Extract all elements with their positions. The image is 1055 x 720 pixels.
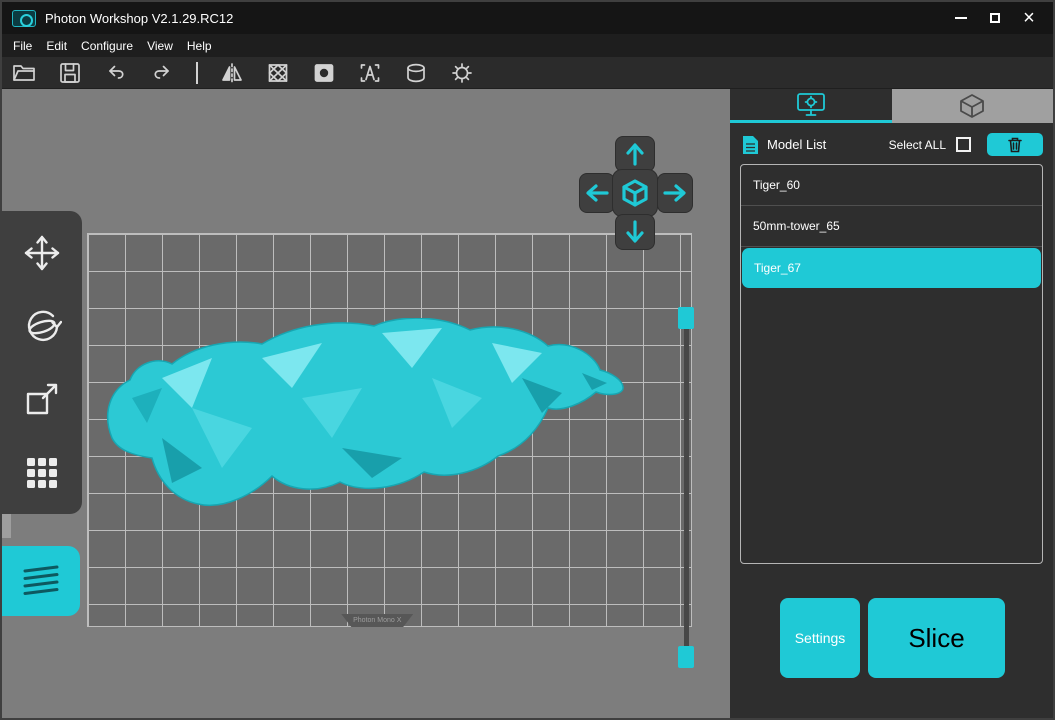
menu-help[interactable]: Help xyxy=(180,36,219,56)
model-list-header: Model List Select ALL xyxy=(730,123,1053,164)
model-list-item[interactable]: Tiger_67 xyxy=(742,248,1041,288)
select-all-checkbox[interactable] xyxy=(956,137,971,152)
action-buttons: Settings Slice xyxy=(780,598,1005,678)
maximize-icon xyxy=(990,13,1000,23)
toolbar-separator xyxy=(196,62,198,84)
model-item-label: Tiger_60 xyxy=(753,178,800,192)
delete-button[interactable] xyxy=(987,133,1043,156)
rotate-tool-button[interactable] xyxy=(14,298,70,354)
minimize-icon xyxy=(955,17,967,19)
select-all-label: Select ALL xyxy=(889,138,946,152)
nav-right-button[interactable] xyxy=(658,174,692,212)
model-tiger[interactable] xyxy=(102,318,632,518)
transform-tool-panel xyxy=(2,211,82,514)
app-logo-icon xyxy=(12,10,36,27)
main-area: Photon Mono X xyxy=(2,89,1053,718)
z-slider-handle-top[interactable] xyxy=(678,307,694,329)
title-bar: Photon Workshop V2.1.29.RC12 × xyxy=(2,2,1053,34)
menu-view[interactable]: View xyxy=(140,36,180,56)
array-tool-button[interactable] xyxy=(14,444,70,500)
scale-icon xyxy=(22,379,62,419)
model-item-label: 50mm-tower_65 xyxy=(753,219,840,233)
text-tool-icon xyxy=(358,61,382,85)
redo-button[interactable] xyxy=(150,61,174,85)
close-icon: × xyxy=(1023,8,1035,28)
sliced-box-icon xyxy=(959,93,985,119)
slice-config-icon xyxy=(450,61,474,85)
rotate-icon xyxy=(22,306,62,346)
hollow-button[interactable] xyxy=(266,61,290,85)
view-navigation-cross xyxy=(580,137,692,249)
model-item-label: Tiger_67 xyxy=(754,261,801,275)
tab-model-settings[interactable] xyxy=(730,89,892,123)
nav-up-button[interactable] xyxy=(616,137,654,171)
model-list-item[interactable]: 50mm-tower_65 xyxy=(741,206,1042,247)
menu-configure[interactable]: Configure xyxy=(74,36,140,56)
printer-name-label: Photon Mono X xyxy=(341,614,413,627)
left-edge-notch xyxy=(2,512,11,538)
arrow-down-icon xyxy=(624,219,646,245)
minimize-button[interactable] xyxy=(947,6,975,30)
primitive-cylinder-icon xyxy=(404,61,428,85)
z-height-slider xyxy=(677,307,695,668)
trash-icon xyxy=(1007,136,1023,153)
array-icon xyxy=(22,452,62,492)
model-list-item[interactable]: Tiger_60 xyxy=(741,165,1042,206)
undo-button[interactable] xyxy=(104,61,128,85)
settings-button[interactable]: Settings xyxy=(780,598,860,678)
nav-down-button[interactable] xyxy=(616,215,654,249)
undo-icon xyxy=(104,61,128,85)
model-list: Tiger_60 50mm-tower_65 Tiger_67 xyxy=(740,164,1043,564)
toolbar xyxy=(2,57,1053,89)
arrow-left-icon xyxy=(584,182,610,204)
punch-hole-button[interactable] xyxy=(312,61,336,85)
right-panel: Model List Select ALL Tiger_60 50mm-towe… xyxy=(730,89,1053,718)
move-icon xyxy=(22,233,62,273)
hollow-icon xyxy=(266,61,290,85)
scale-tool-button[interactable] xyxy=(14,371,70,427)
panel-tabs xyxy=(730,89,1053,123)
slice-config-button[interactable] xyxy=(450,61,474,85)
menu-file[interactable]: File xyxy=(6,36,39,56)
menu-edit[interactable]: Edit xyxy=(39,36,74,56)
open-folder-icon xyxy=(12,61,36,85)
window-title: Photon Workshop V2.1.29.RC12 xyxy=(45,11,233,26)
app-window: Photon Workshop V2.1.29.RC12 × File Edit… xyxy=(0,0,1055,720)
mirror-icon xyxy=(220,61,244,85)
slice-button[interactable]: Slice xyxy=(868,598,1005,678)
arrow-up-icon xyxy=(624,141,646,167)
save-button[interactable] xyxy=(58,61,82,85)
monitor-gear-icon xyxy=(796,92,826,118)
text-tool-button[interactable] xyxy=(358,61,382,85)
open-button[interactable] xyxy=(12,61,36,85)
close-button[interactable]: × xyxy=(1015,6,1043,30)
menu-bar: File Edit Configure View Help xyxy=(2,34,1053,57)
maximize-button[interactable] xyxy=(981,6,1009,30)
layers-tool-button[interactable] xyxy=(2,546,80,616)
primitive-button[interactable] xyxy=(404,61,428,85)
document-icon xyxy=(742,135,759,155)
move-tool-button[interactable] xyxy=(14,225,70,281)
nav-home-button[interactable] xyxy=(613,170,657,216)
model-list-title: Model List xyxy=(767,137,826,152)
mirror-button[interactable] xyxy=(220,61,244,85)
layers-icon xyxy=(18,562,64,600)
tab-slice-preview[interactable] xyxy=(892,89,1054,123)
z-slider-track[interactable] xyxy=(684,315,689,660)
window-controls: × xyxy=(947,6,1043,30)
punch-hole-icon xyxy=(312,61,336,85)
redo-icon xyxy=(150,61,174,85)
z-slider-handle-bottom[interactable] xyxy=(678,646,694,668)
nav-left-button[interactable] xyxy=(580,174,614,212)
save-icon xyxy=(58,61,82,85)
cube-icon xyxy=(620,178,650,208)
viewport-3d[interactable]: Photon Mono X xyxy=(2,89,730,718)
arrow-right-icon xyxy=(662,182,688,204)
